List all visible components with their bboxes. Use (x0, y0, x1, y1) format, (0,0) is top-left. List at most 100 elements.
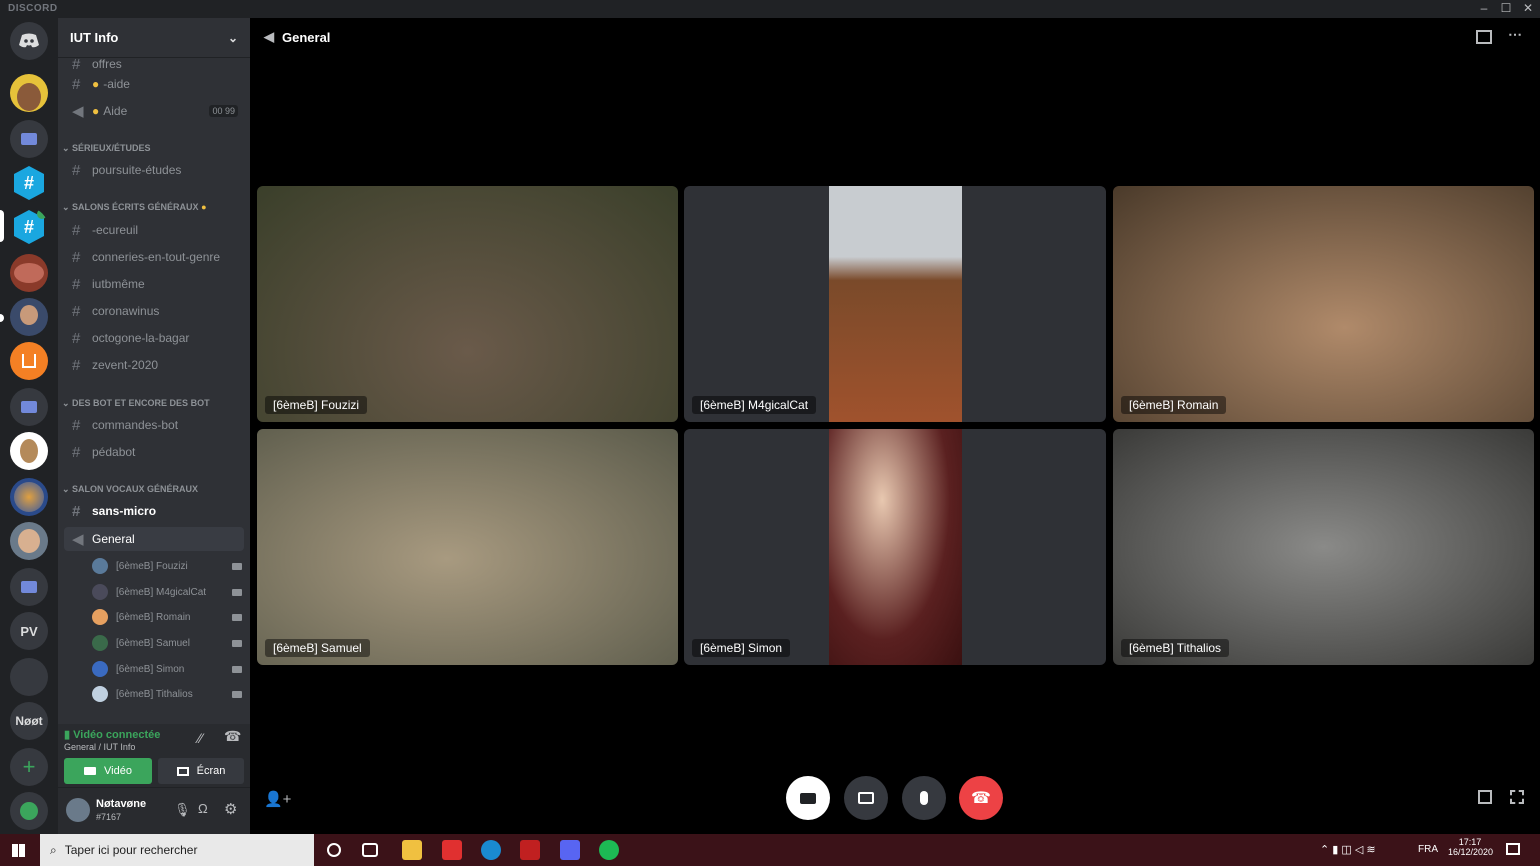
hash-icon: # (72, 58, 81, 70)
folder-icon[interactable] (10, 120, 48, 158)
svg-text:#: # (24, 173, 34, 193)
server-active-icon[interactable]: # (10, 208, 48, 246)
stackoverflow-icon[interactable] (10, 342, 48, 380)
folder-icon[interactable] (10, 568, 48, 606)
category-vocaux[interactable]: ⌄ SALON VOCAUX GÉNÉRAUX (62, 484, 198, 495)
voice-member[interactable]: [6èmeB] Samuel (92, 632, 242, 654)
task-view-icon[interactable] (362, 843, 378, 857)
avatar[interactable] (66, 798, 90, 822)
video-tile[interactable]: [6èmeB] Simon (684, 429, 1106, 665)
taskbar-search[interactable]: ⌕ Taper ici pour rechercher (40, 834, 314, 866)
signal-icon: ▮ (64, 729, 71, 741)
server-hash-icon[interactable]: # (10, 164, 48, 202)
server-blank[interactable] (10, 658, 48, 696)
folder-icon[interactable] (10, 388, 48, 426)
channel-coronawinus[interactable]: # coronawinus (64, 299, 244, 323)
popout-icon[interactable] (1478, 790, 1492, 804)
noise-suppression-icon[interactable]: ⁄⁄ (198, 730, 203, 746)
channel-pedabot[interactable]: # pédabot (64, 440, 244, 464)
server-avatar-2[interactable] (10, 254, 48, 292)
language-indicator[interactable]: FRA (1418, 844, 1438, 855)
server-avatar-potato[interactable] (10, 432, 48, 470)
voice-member[interactable]: [6èmeB] Simon (92, 658, 242, 680)
server-avatar-4[interactable] (10, 478, 48, 516)
gear-icon[interactable]: ⚙ (224, 800, 237, 818)
category-bots[interactable]: ⌄ DES BOT ET ENCORE DES BOT (62, 398, 210, 409)
headphones-icon[interactable]: Ω (198, 801, 208, 816)
voice-member[interactable]: [6èmeB] M4gicalCat (92, 581, 242, 603)
video-tile[interactable]: [6èmeB] Romain (1113, 186, 1534, 422)
channel-sans-micro[interactable]: # sans-micro (64, 499, 244, 523)
server-header[interactable]: IUT Info ⌄ (58, 18, 250, 58)
channel-commandes-bot[interactable]: # commandes-bot (64, 413, 244, 437)
video-tile[interactable]: [6èmeB] Samuel (257, 429, 678, 665)
jetbrains-icon[interactable] (442, 840, 462, 860)
hash-icon: # (72, 221, 81, 239)
video-tile[interactable]: [6èmeB] M4gicalCat (684, 186, 1106, 422)
voice-member[interactable]: [6èmeB] Fouzizi (92, 555, 242, 577)
participant-label: [6èmeB] Tithalios (1121, 639, 1230, 657)
more-options-icon[interactable]: ⋯ (1508, 26, 1522, 43)
channel-octogone[interactable]: # octogone-la-bagar (64, 326, 244, 350)
channel-iutbmeme[interactable]: # iutbmême (64, 272, 244, 296)
channel-aide[interactable]: # ● -aide (64, 72, 244, 96)
minimize-button[interactable]: – (1474, 1, 1494, 15)
tray-icons[interactable]: ⌃ ▮ ◫ ◁ ≋ (1320, 843, 1376, 856)
server-avatar-3[interactable] (10, 298, 48, 336)
camera-toggle-button[interactable] (786, 776, 830, 820)
spotify-icon[interactable] (599, 840, 619, 860)
server-avatar-1[interactable] (10, 74, 48, 112)
avatar (92, 635, 108, 651)
channel-poursuite[interactable]: # poursuite-études (64, 158, 244, 182)
voice-channel-general[interactable]: ◀ General (64, 527, 244, 551)
server-noot[interactable]: Nøøt (10, 702, 48, 740)
hash-icon: # (72, 248, 81, 266)
windows-start-icon[interactable] (12, 844, 25, 857)
screen-icon (176, 766, 189, 776)
emoji-icon: ● (92, 104, 100, 118)
layout-icon[interactable] (1476, 30, 1492, 44)
add-server-icon[interactable]: + (10, 748, 48, 786)
close-button[interactable]: ✕ (1518, 1, 1538, 15)
hash-icon: # (72, 356, 81, 374)
camera-icon (232, 562, 242, 570)
explore-icon[interactable] (10, 792, 48, 830)
fullscreen-icon[interactable] (1510, 790, 1524, 804)
screen-share-toggle[interactable] (844, 776, 888, 820)
call-area: ◀ General ⋯ [6èmeB] Fouzizi [6èmeB] M4gi… (250, 18, 1540, 834)
invite-user-icon[interactable]: 👤+ (264, 790, 291, 808)
voice-member[interactable]: [6èmeB] Tithalios (92, 683, 242, 705)
server-avatar-5[interactable] (10, 522, 48, 560)
channel-zevent[interactable]: # zevent-2020 (64, 353, 244, 377)
voice-location: General / IUT Info (64, 742, 136, 752)
cortana-icon[interactable] (327, 843, 341, 857)
discord-home-icon[interactable] (10, 22, 48, 60)
discord-taskbar-icon[interactable] (560, 840, 580, 860)
video-button[interactable]: Vidéo (64, 758, 152, 784)
channel-ecureuil[interactable]: # -ecureuil (64, 218, 244, 242)
channel-offres[interactable]: # offres (64, 58, 244, 70)
mute-toggle[interactable] (902, 776, 946, 820)
voice-member[interactable]: [6èmeB] Romain (92, 606, 242, 628)
video-tile[interactable]: [6èmeB] Fouzizi (257, 186, 678, 422)
hash-icon: # (72, 329, 81, 347)
category-serieux[interactable]: ⌄ SÉRIEUX/ÉTUDES (62, 143, 151, 154)
app-icon[interactable] (520, 840, 540, 860)
leave-call-button[interactable]: ☎ (959, 776, 1003, 820)
camera-icon (232, 665, 242, 673)
hash-icon: # (72, 161, 81, 179)
hash-icon: # (72, 502, 81, 520)
channel-conneries[interactable]: # conneries-en-tout-genre (64, 245, 244, 269)
screen-share-button[interactable]: Écran (158, 758, 244, 784)
file-explorer-icon[interactable] (402, 840, 422, 860)
notification-icon[interactable] (1506, 843, 1520, 855)
video-tile[interactable]: [6èmeB] Tithalios (1113, 429, 1534, 665)
voice-channel-aide[interactable]: ◀ ● Aide 00 99 (64, 99, 244, 123)
edge-icon[interactable] (481, 840, 501, 860)
category-salons-ecrits[interactable]: ⌄ SALONS ÉCRITS GÉNÉRAUX ● (62, 202, 207, 213)
clock[interactable]: 17:17 16/12/2020 (1448, 837, 1493, 857)
disconnect-icon[interactable]: ☎ (224, 728, 241, 745)
microphone-icon[interactable]: 🎙 (174, 802, 191, 818)
server-pv[interactable]: PV (10, 612, 48, 650)
maximize-button[interactable]: ☐ (1496, 1, 1516, 15)
